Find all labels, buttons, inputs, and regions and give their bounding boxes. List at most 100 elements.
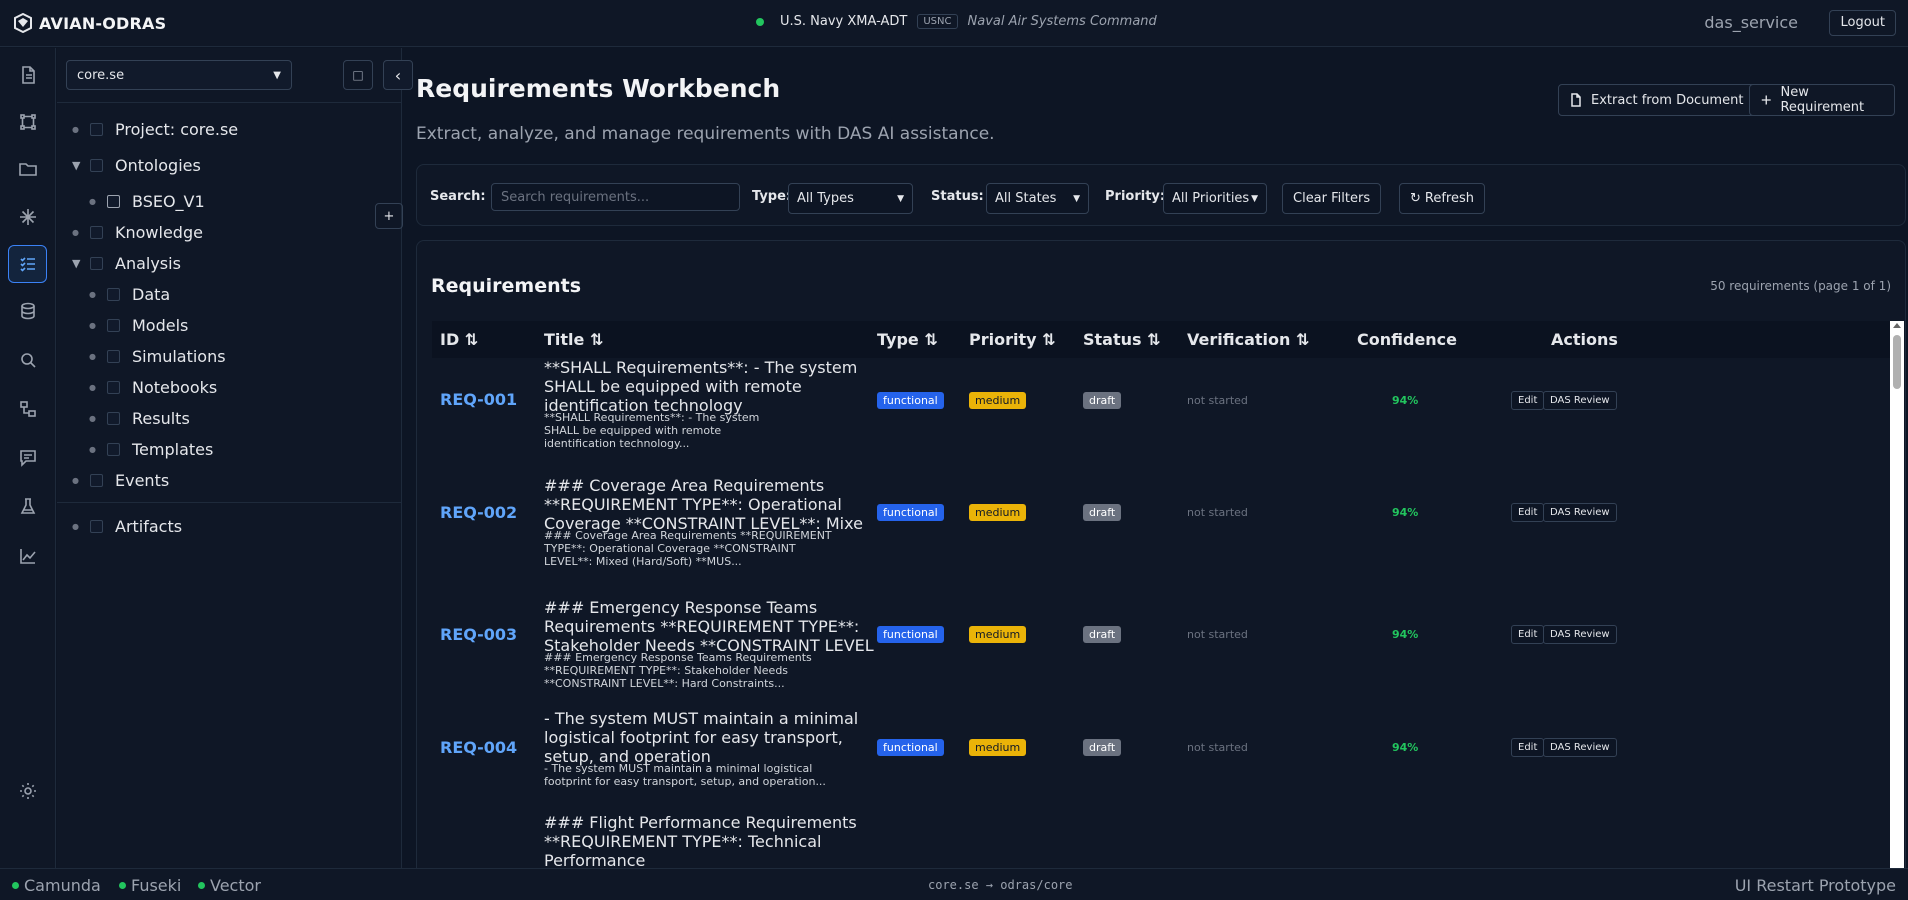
caret-down-icon[interactable]: ▼: [72, 159, 90, 172]
tree-checkbox[interactable]: [107, 318, 120, 332]
top-bar: AVIAN-ODRAS U.S. Navy XMA-ADT USNC Naval…: [0, 0, 1908, 47]
tree-checkbox[interactable]: [107, 349, 120, 363]
requirement-id-link[interactable]: REQ-004: [440, 738, 517, 757]
search-input[interactable]: Search requirements...: [491, 183, 740, 211]
tree-checkbox[interactable]: [90, 256, 103, 270]
tree-item-results[interactable]: ● Results: [89, 407, 190, 429]
tree-item-label: Analysis: [115, 253, 181, 273]
priority-select[interactable]: All Priorities ▼: [1163, 183, 1267, 214]
requirement-id-link[interactable]: REQ-003: [440, 625, 517, 644]
requirement-id-link[interactable]: REQ-002: [440, 503, 517, 522]
tree-item-label: Artifacts: [115, 516, 183, 536]
documents-nav-button[interactable]: [8, 56, 47, 94]
table-scrollbar[interactable]: [1890, 321, 1904, 879]
tree-checkbox[interactable]: [90, 122, 103, 136]
tree-item-notebooks[interactable]: ● Notebooks: [89, 376, 217, 398]
clear-filters-button[interactable]: Clear Filters: [1282, 183, 1382, 214]
new-requirement-button[interactable]: New Requirement: [1749, 84, 1895, 116]
modeling-nav-button[interactable]: [8, 103, 47, 141]
type-badge: functional: [877, 739, 944, 756]
tree-item-bseo[interactable]: ● BSEO_V1: [89, 190, 205, 212]
tree-checkbox[interactable]: [107, 411, 120, 425]
project-explorer: core.se ▼ □ ‹ ● Project: core.se ▼ Ontol…: [57, 48, 413, 868]
tree-checkbox[interactable]: [107, 380, 120, 394]
tree-item-templates[interactable]: ● Templates: [89, 438, 213, 460]
das-review-button[interactable]: DAS Review: [1543, 738, 1617, 757]
clear-filters-label: Clear Filters: [1293, 191, 1371, 206]
files-nav-button[interactable]: [8, 150, 47, 188]
ontology-nav-button[interactable]: [8, 198, 47, 236]
das-review-button[interactable]: DAS Review: [1543, 391, 1617, 410]
org-name: U.S. Navy XMA-ADT: [780, 14, 908, 29]
edit-button[interactable]: Edit: [1511, 625, 1545, 644]
tree-item-ontologies[interactable]: ▼ Ontologies: [72, 154, 201, 176]
das-review-button[interactable]: DAS Review: [1543, 503, 1617, 522]
workflow-icon: [19, 401, 36, 417]
flask-icon: [20, 498, 35, 514]
requirement-title: ### Emergency Response Teams Requirement…: [544, 598, 874, 655]
tree-checkbox[interactable]: [90, 473, 103, 487]
scrollbar-thumb[interactable]: [1893, 335, 1901, 389]
maximize-button[interactable]: □: [343, 60, 373, 90]
tree-item-analysis[interactable]: ▼ Analysis: [72, 252, 181, 274]
tree-item-models[interactable]: ● Models: [89, 314, 188, 336]
filter-bar: Search: Search requirements... Type: All…: [416, 164, 1906, 226]
service-label: Fuseki: [131, 876, 182, 895]
requirements-nav-button[interactable]: [8, 245, 47, 283]
add-ontology-button[interactable]: +: [375, 203, 403, 229]
tree-item-data[interactable]: ● Data: [89, 283, 170, 305]
tree-checkbox[interactable]: [107, 194, 120, 208]
tree-item-project[interactable]: ● Project: core.se: [72, 118, 238, 140]
edit-button[interactable]: Edit: [1511, 503, 1545, 522]
tree-checkbox[interactable]: [90, 519, 103, 533]
type-select[interactable]: All Types ▼: [788, 183, 913, 214]
status-dot: [198, 882, 205, 889]
column-header-id[interactable]: ID ⇅: [440, 330, 478, 349]
chat-nav-button[interactable]: [8, 439, 47, 477]
bullet-icon: ●: [89, 413, 96, 423]
tree-item-knowledge[interactable]: ● Knowledge: [72, 221, 203, 243]
requirement-id-link[interactable]: REQ-001: [440, 390, 517, 409]
database-nav-button[interactable]: [8, 292, 47, 330]
tree-item-label: Data: [132, 284, 171, 304]
status-select[interactable]: All States ▼: [986, 183, 1089, 214]
tree-checkbox[interactable]: [107, 442, 120, 456]
edit-button[interactable]: Edit: [1511, 391, 1545, 410]
tree-item-label: Templates: [132, 439, 214, 459]
status-label: Status:: [931, 189, 984, 204]
column-header-status[interactable]: Status ⇅: [1083, 330, 1161, 349]
search-label: Search:: [430, 189, 486, 204]
service-camunda: Camunda: [12, 876, 101, 895]
refresh-button[interactable]: ↻ Refresh: [1399, 183, 1485, 214]
settings-nav-button[interactable]: [8, 772, 47, 810]
logout-button[interactable]: Logout: [1829, 10, 1896, 36]
priority-badge: medium: [969, 392, 1027, 409]
bullet-icon: ●: [72, 521, 79, 531]
requirement-title: ### Flight Performance Requirements **RE…: [544, 813, 857, 870]
tree-checkbox[interactable]: [107, 287, 120, 301]
project-select[interactable]: core.se ▼: [66, 60, 292, 90]
column-header-priority[interactable]: Priority ⇅: [969, 330, 1056, 349]
tree-item-events[interactable]: ● Events: [72, 469, 169, 491]
tree-item-simulations[interactable]: ● Simulations: [89, 345, 226, 367]
tree-checkbox[interactable]: [90, 225, 103, 239]
caret-down-icon[interactable]: ▼: [72, 257, 90, 270]
analytics-nav-button[interactable]: [8, 537, 47, 575]
lab-nav-button[interactable]: [8, 488, 47, 526]
column-header-verification[interactable]: Verification ⇅: [1187, 330, 1309, 349]
confidence-value: 94%: [1392, 741, 1419, 754]
das-review-button[interactable]: DAS Review: [1543, 625, 1617, 644]
type-label: Type:: [752, 189, 792, 204]
edit-button[interactable]: Edit: [1511, 738, 1545, 757]
column-header-type[interactable]: Type ⇅: [877, 330, 938, 349]
scroll-up-icon[interactable]: [1893, 323, 1901, 328]
tree-item-label: Events: [115, 470, 170, 490]
tree-item-artifacts[interactable]: ● Artifacts: [72, 515, 182, 537]
extract-from-document-button[interactable]: Extract from Document: [1558, 84, 1757, 116]
workflow-nav-button[interactable]: [8, 390, 47, 428]
requirement-description: ### Emergency Response Teams Requirement…: [544, 651, 812, 690]
column-header-title[interactable]: Title ⇅: [544, 330, 603, 349]
tree-checkbox[interactable]: [90, 158, 103, 172]
search-nav-button[interactable]: [8, 341, 47, 379]
page-title: Requirements Workbench: [416, 74, 781, 103]
